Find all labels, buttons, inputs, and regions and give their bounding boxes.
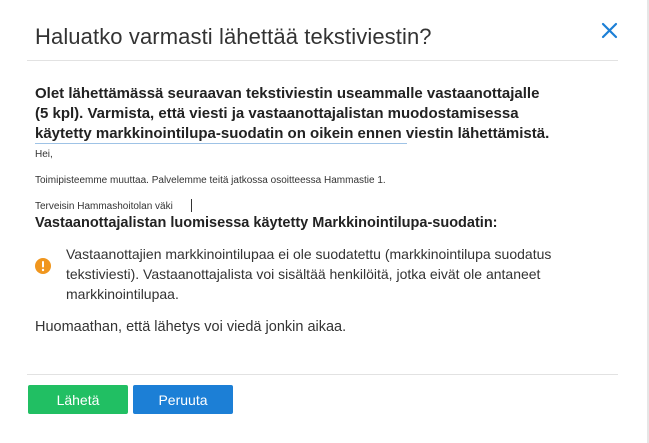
info-icon: [35, 258, 51, 274]
close-button[interactable]: [598, 18, 622, 42]
filter-heading: Vastaanottajalistan luomisessa käytetty …: [35, 215, 498, 231]
close-icon[interactable]: [598, 18, 622, 42]
header-divider: [27, 60, 618, 61]
send-sms-confirm-dialog: Haluatko varmasti lähettää tekstiviestin…: [0, 0, 649, 443]
message-line-greeting: Hei,: [35, 149, 53, 160]
text-cursor: [191, 199, 192, 212]
send-button[interactable]: Lähetä: [28, 385, 128, 414]
message-preview-divider: [35, 143, 407, 144]
intro-text: Olet lähettämässä seuraavan tekstiviesti…: [35, 85, 550, 142]
message-line-body: Toimipisteemme muuttaa. Palvelemme teitä…: [35, 175, 386, 186]
filter-warning-text: Vastaanottajien markkinointilupaa ei ole…: [66, 246, 552, 302]
dialog-title: Haluatko varmasti lähettää tekstiviestin…: [35, 24, 432, 49]
message-line-signature: Terveisin Hammashoitolan väki: [35, 201, 173, 212]
footer-divider: [27, 374, 618, 375]
sending-time-note: Huomaathan, että lähetys voi viedä jonki…: [35, 319, 347, 335]
cancel-button[interactable]: Peruuta: [133, 385, 233, 414]
